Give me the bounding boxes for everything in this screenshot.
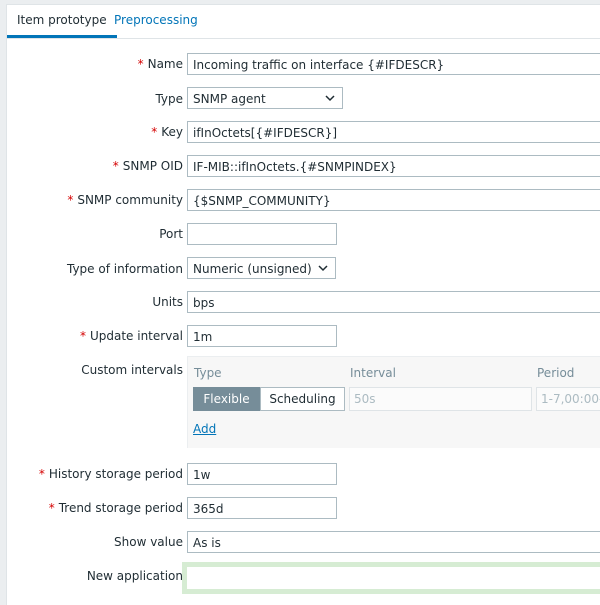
- scheduling-button[interactable]: Scheduling: [260, 387, 345, 411]
- units-input[interactable]: bps: [187, 291, 600, 313]
- new-application-input[interactable]: [182, 562, 600, 594]
- tab-item-prototype[interactable]: Item prototype: [7, 5, 117, 38]
- update-interval-label: * Update interval: [79, 329, 183, 343]
- custom-intervals-label: Custom intervals: [81, 363, 183, 377]
- port-label: Port: [159, 227, 183, 241]
- ci-interval-input[interactable]: 50s: [349, 387, 532, 411]
- tab-preprocessing[interactable]: Preprocessing: [104, 5, 208, 36]
- show-value-label: Show value: [114, 535, 183, 549]
- units-label: Units: [152, 295, 183, 309]
- show-value-field[interactable]: As is: [187, 531, 600, 553]
- form-card: Item prototype Preprocessing * Name Incom…: [6, 4, 600, 605]
- ci-add-link[interactable]: Add: [193, 422, 216, 436]
- snmp-community-input[interactable]: {$SNMP_COMMUNITY}: [187, 189, 600, 211]
- snmp-oid-input[interactable]: IF-MIB::ifInOctets.{#SNMPINDEX}: [187, 155, 600, 177]
- flexible-button[interactable]: Flexible: [193, 387, 260, 411]
- name-label: * Name: [137, 57, 183, 71]
- required-marker: *: [137, 57, 144, 71]
- chevron-down-icon: [317, 262, 329, 274]
- ci-col-interval: Interval: [350, 366, 396, 380]
- tab-bar: Item prototype Preprocessing: [7, 5, 600, 39]
- name-input[interactable]: Incoming traffic on interface {#IFDESCR}: [187, 53, 600, 75]
- snmp-community-label: * SNMP community: [67, 193, 183, 207]
- trend-label: * Trend storage period: [48, 501, 183, 515]
- update-interval-input[interactable]: 1m: [187, 325, 337, 347]
- key-input[interactable]: ifInOctets[{#IFDESCR}]: [187, 121, 600, 143]
- key-label: * Key: [151, 125, 183, 139]
- type-of-information-label: Type of information: [66, 262, 183, 276]
- history-input[interactable]: 1w: [187, 463, 337, 485]
- history-label: * History storage period: [38, 467, 183, 481]
- new-application-label: New application: [86, 569, 183, 583]
- custom-intervals-panel: Type Interval Period Flexible Scheduling…: [187, 356, 600, 448]
- chevron-down-icon: [324, 92, 336, 104]
- type-of-information-select[interactable]: Numeric (unsigned): [187, 257, 336, 279]
- type-select[interactable]: SNMP agent: [187, 87, 343, 109]
- port-input[interactable]: [187, 223, 337, 245]
- ci-col-type: Type: [194, 366, 222, 380]
- ci-period-input[interactable]: 1-7,00:00-24:00: [536, 387, 600, 411]
- trend-input[interactable]: 365d: [187, 497, 337, 519]
- snmp-oid-label: * SNMP OID: [112, 159, 183, 173]
- type-label: Type: [155, 92, 183, 106]
- ci-col-period: Period: [537, 366, 575, 380]
